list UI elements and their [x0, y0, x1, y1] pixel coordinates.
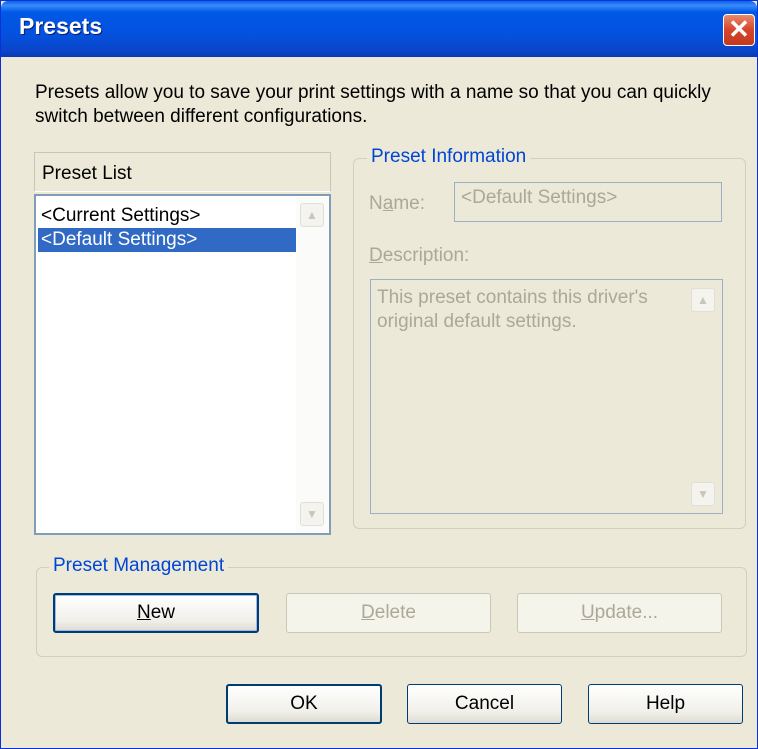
chevron-up-icon: ▲	[306, 208, 318, 222]
chevron-down-icon: ▼	[697, 487, 709, 501]
close-button[interactable]: ✕	[723, 14, 755, 46]
description-label: Description:	[369, 245, 470, 266]
presets-dialog: Presets ✕ Presets allow you to save your…	[0, 0, 758, 749]
scroll-down-button[interactable]: ▼	[300, 502, 324, 526]
cancel-button[interactable]: Cancel	[407, 684, 562, 724]
new-button[interactable]: New	[53, 593, 259, 633]
name-label: Name:	[369, 193, 425, 214]
preset-information-legend: Preset Information	[367, 146, 531, 168]
help-button[interactable]: Help	[588, 684, 743, 724]
preset-list-scrollbar[interactable]: ▲ ▼	[296, 197, 328, 532]
title-bar[interactable]: Presets ✕	[1, 1, 757, 57]
description-field[interactable]: This preset contains this driver's origi…	[370, 279, 723, 514]
preset-management-legend: Preset Management	[49, 555, 229, 577]
list-item-default-settings[interactable]: <Default Settings>	[38, 228, 296, 252]
chevron-up-icon: ▲	[697, 293, 709, 307]
description-scroll-up[interactable]: ▲	[691, 288, 715, 312]
chevron-down-icon: ▼	[306, 507, 318, 521]
name-field[interactable]: <Default Settings>	[454, 182, 722, 222]
scroll-up-button[interactable]: ▲	[300, 203, 324, 227]
update-button[interactable]: Update...	[517, 593, 722, 633]
list-item-current-settings[interactable]: <Current Settings>	[38, 204, 296, 228]
delete-button[interactable]: Delete	[286, 593, 491, 633]
window-title: Presets	[19, 13, 103, 39]
dialog-description: Presets allow you to save your print set…	[35, 82, 711, 127]
ok-button[interactable]: OK	[226, 684, 382, 724]
preset-list[interactable]: <Current Settings> <Default Settings> ▲ …	[34, 194, 331, 535]
description-scroll-down[interactable]: ▼	[691, 482, 715, 506]
description-text: This preset contains this driver's origi…	[377, 287, 648, 332]
preset-list-header: Preset List	[34, 152, 331, 192]
close-icon: ✕	[728, 14, 750, 44]
